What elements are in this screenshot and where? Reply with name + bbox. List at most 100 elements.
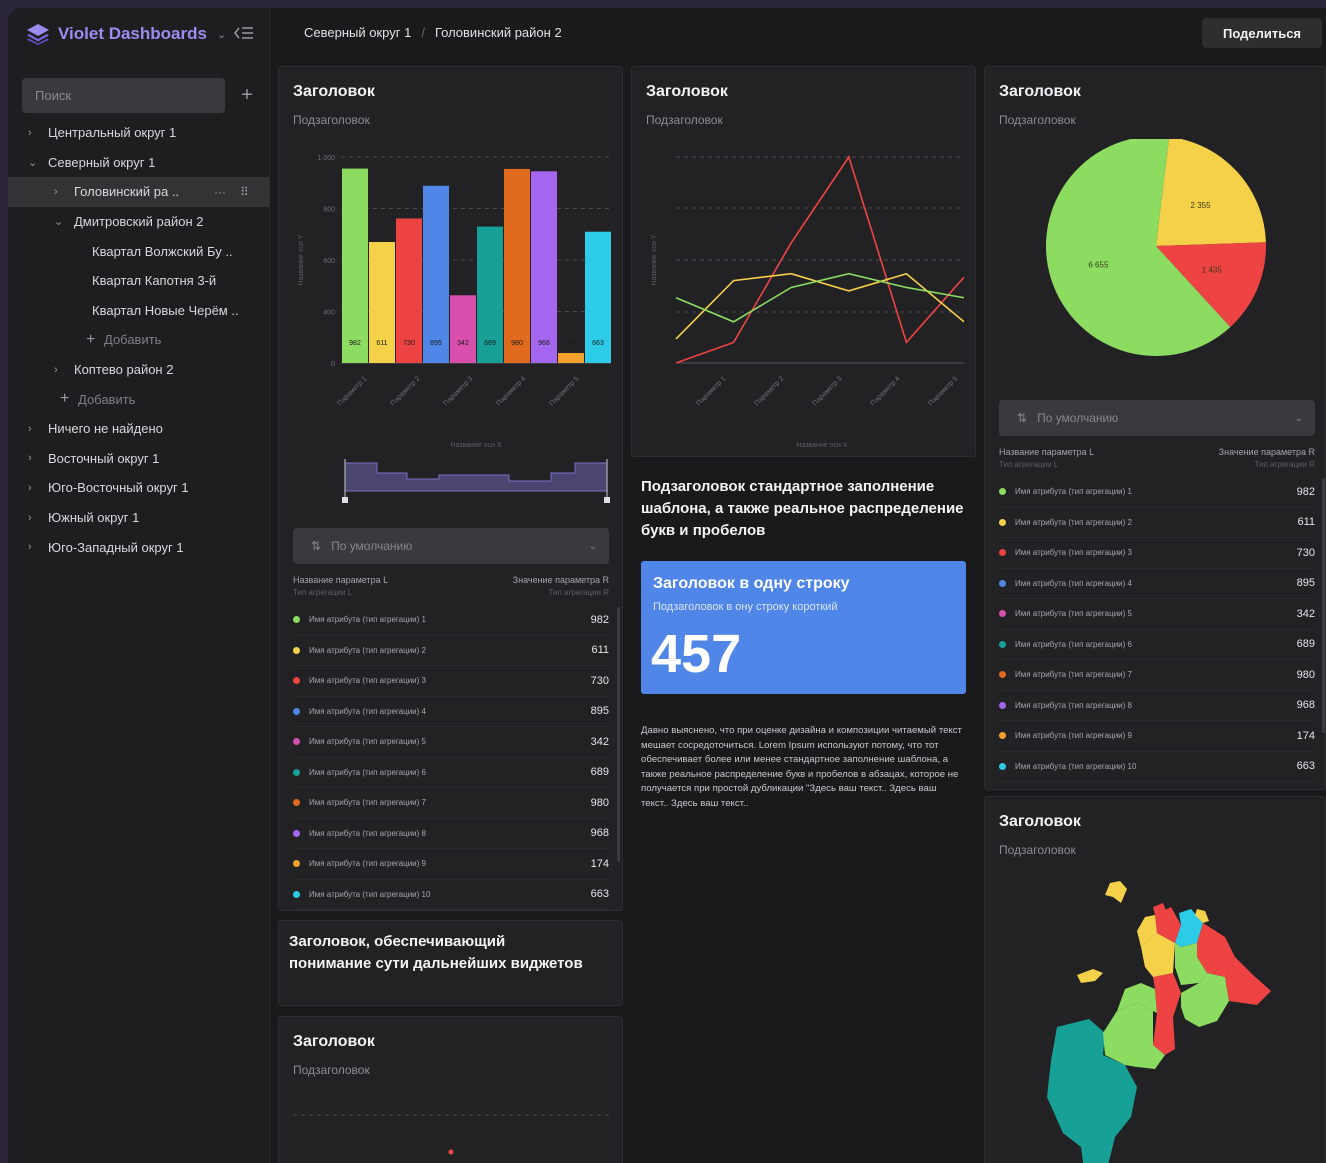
chevron-down-icon[interactable]: ⌄ (28, 156, 37, 169)
range-handle-right[interactable] (604, 497, 610, 503)
legend-row[interactable]: Имя атрибута (тип агрегации) 5 342 (293, 727, 609, 758)
legend-row[interactable]: Имя атрибута (тип агрегации) 8 968 (999, 691, 1315, 721)
legend-row[interactable]: Имя атрибута (тип агрегации) 4 895 (293, 697, 609, 727)
legend-header-right: Значение параметра R (512, 575, 609, 585)
tree-item[interactable]: › Коптево район 2 (8, 355, 270, 385)
chevron-right-icon[interactable]: › (54, 364, 58, 376)
legend-row[interactable]: Имя атрибута (тип агрегации) 8 968 (293, 819, 609, 849)
bar-chart-card: Заголовок Подзаголовок 0 400 600 800 1 000 На… (278, 66, 623, 911)
sort-select[interactable]: ⇅ По умолчанию ⌄ (999, 400, 1315, 436)
legend-label: Имя атрибута (тип агрегации) 2 (309, 645, 426, 655)
legend-value: 611 (591, 644, 609, 657)
tree-item[interactable]: › Юго-Восточный округ 1 (8, 473, 270, 503)
legend-row[interactable]: Имя атрибута (тип агрегации) 6 689 (999, 630, 1315, 660)
brand[interactable]: Violet Dashboards ⌄ (26, 22, 226, 46)
pie-slice-label: 2 355 (1191, 201, 1212, 210)
chevron-down-icon[interactable]: ⌄ (54, 215, 63, 228)
legend-row[interactable]: Имя атрибута (тип агрегации) 4 895 (999, 569, 1315, 599)
tree-item[interactable]: ⌄ Северный округ 1 (8, 148, 270, 178)
legend-row[interactable]: Имя атрибута (тип агрегации) 9 174 (293, 849, 609, 880)
chevron-right-icon[interactable]: › (28, 452, 32, 464)
tree-item[interactable]: Квартал Волжский Бу .. (8, 236, 270, 266)
legend-dot (293, 616, 300, 624)
add-item-button[interactable]: + Добавить (8, 325, 270, 355)
range-slider[interactable] (339, 455, 613, 507)
tree-item[interactable]: › Центральный округ 1 (8, 118, 270, 148)
breadcrumb: Северный округ 1 / Головинский район 2 (304, 25, 562, 40)
add-button[interactable]: + (236, 84, 258, 106)
chevron-right-icon[interactable]: › (28, 423, 32, 435)
breadcrumb-item-current[interactable]: Головинский район 2 (435, 25, 562, 40)
legend-row[interactable]: Имя атрибута (тип агрегации) 3 730 (999, 538, 1315, 569)
tree-item[interactable]: Квартал Новые Черём .. (8, 296, 270, 326)
card-subtitle: Подзаголовок (646, 113, 723, 127)
line-chart: Название оси Y Параметр 1 Параметр 2 Параме… (651, 155, 965, 449)
legend-row[interactable]: Имя атрибута (тип агрегации) 10 663 (293, 880, 609, 910)
y-tick-label: 1 000 (317, 155, 335, 162)
legend-row[interactable]: Имя атрибута (тип агрегации) 1 982 (293, 605, 609, 636)
legend-row[interactable]: Имя атрибута (тип агрегации) 10 663 (999, 752, 1315, 782)
legend-dot (999, 579, 1006, 587)
legend-value: 663 (590, 888, 609, 901)
line-chart-card: Заголовок Подзаголовок Название оси Y Пар… (631, 66, 976, 457)
collapse-sidebar-icon[interactable] (234, 26, 254, 40)
chevron-right-icon[interactable]: › (54, 186, 58, 198)
legend-row[interactable]: Имя атрибута (тип агрегации) 3 730 (293, 666, 609, 697)
bar (558, 353, 584, 363)
navigation-tree: › Центральный округ 1 ⌄ Северный округ 1 › Го… (8, 118, 270, 562)
legend-dot (293, 677, 300, 685)
legend-header-right-wrap: Значение параметра R Тип агрегации R (1219, 447, 1315, 469)
chevron-right-icon[interactable]: › (28, 482, 32, 494)
sort-icon: ⇅ (1017, 411, 1028, 425)
legend-label: Имя атрибута (тип агрегации) 10 (1015, 761, 1137, 771)
search-input[interactable] (22, 78, 225, 113)
sort-select-value: По умолчанию (331, 539, 413, 553)
drag-handle-icon[interactable]: ⠿ (240, 185, 249, 199)
chevron-right-icon[interactable]: › (28, 512, 32, 524)
breadcrumb-item[interactable]: Северный округ 1 (304, 25, 411, 40)
y-tick-label: 800 (323, 207, 335, 214)
legend-row[interactable]: Имя атрибута (тип агрегации) 5 342 (999, 599, 1315, 630)
legend-header: Название параметра L Тип агрегации L Зна… (293, 575, 609, 597)
tree-item[interactable]: › Головинский ра .. ··· ⠿ (8, 177, 270, 207)
sort-select[interactable]: ⇅ По умолчанию ⌄ (293, 528, 609, 564)
tree-item[interactable]: › Юго-Западный округ 1 (8, 532, 270, 562)
tree-item[interactable]: Квартал Капотня 3-й (8, 266, 270, 296)
legend-row[interactable]: Имя атрибута (тип агрегации) 9 174 (999, 721, 1315, 752)
tree-item[interactable]: › Восточный округ 1 (8, 444, 270, 474)
x-tick-label: Параметр 5 (549, 375, 581, 407)
legend-label: Имя атрибута (тип агрегации) 8 (1015, 700, 1132, 710)
range-handle-left[interactable] (342, 497, 348, 503)
legend-header-right-sub: Тип агрегации R (1254, 460, 1315, 469)
more-icon[interactable]: ··· (214, 185, 226, 199)
pie-slice-label: 1 435 (1202, 265, 1223, 274)
add-item-button[interactable]: + Добавить (8, 384, 270, 414)
x-tick-label: Параметр 2 (754, 375, 786, 407)
sidebar: Violet Dashboards ⌄ + › Центральный округ… (8, 8, 270, 1163)
breadcrumb-separator: / (421, 25, 425, 40)
legend-dot (293, 768, 300, 776)
chevron-right-icon[interactable]: › (28, 541, 32, 553)
legend-row[interactable]: Имя атрибута (тип агрегации) 2 611 (999, 508, 1315, 538)
tree-item[interactable]: › Южный округ 1 (8, 503, 270, 533)
page-scrollbar[interactable] (1322, 478, 1325, 733)
chevron-right-icon[interactable]: › (28, 127, 32, 139)
legend-row[interactable]: Имя атрибута (тип агрегации) 7 980 (999, 660, 1315, 691)
legend-row[interactable]: Имя атрибута (тип агрегации) 2 611 (293, 636, 609, 666)
legend-row[interactable]: Имя атрибута (тип агрегации) 1 982 (999, 477, 1315, 508)
legend-value: 895 (590, 705, 609, 718)
info-paragraph: Давно выяснено, что при оценке дизайна и… (641, 725, 962, 809)
legend-label: Имя атрибута (тип агрегации) 7 (1015, 670, 1132, 680)
legend-row[interactable]: Имя атрибута (тип агрегации) 6 689 (293, 758, 609, 788)
tree-item[interactable]: › Ничего не найдено (8, 414, 270, 444)
line-series (675, 272, 965, 323)
legend-row[interactable]: Имя атрибута (тип агрегации) 7 980 (293, 788, 609, 819)
layers-icon (27, 24, 49, 45)
plus-icon: + (60, 390, 70, 408)
sort-select-value: По умолчанию (1037, 411, 1119, 425)
scrollbar[interactable] (617, 607, 620, 862)
x-axis-label: Название оси X (796, 442, 847, 449)
legend-header-right-wrap: Значение параметра R Тип агрегации R (513, 575, 609, 597)
tree-item[interactable]: ⌄ Дмитровский район 2 (8, 207, 270, 237)
share-button[interactable]: Поделиться (1202, 18, 1322, 48)
